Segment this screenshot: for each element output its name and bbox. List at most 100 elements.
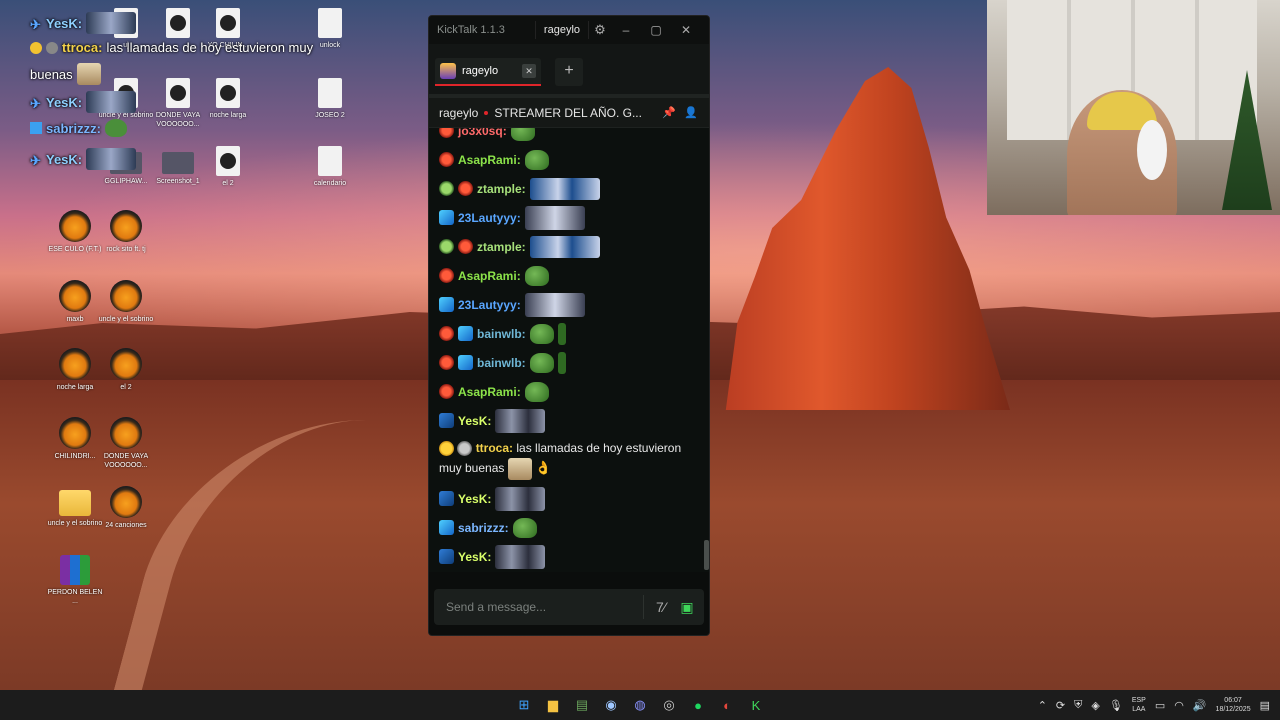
cat-emote-icon <box>524 292 585 317</box>
current-user-button[interactable]: rageylo <box>534 21 589 39</box>
desktop-icon-label: DONDE VAYA VOOOOOO... <box>103 453 149 469</box>
desktop-icon[interactable]: DONDE VAYA VOOOOOO... <box>150 78 206 129</box>
chat-username[interactable]: bainwlb: <box>477 327 526 341</box>
overlay-chat-line: ✈ YesK: <box>30 148 137 170</box>
desktop-icon[interactable]: PERDON BELEN ... <box>47 555 103 606</box>
desktop-icon[interactable]: ESE CULO (F.T.) <box>47 210 103 254</box>
notification-icon[interactable]: ▤ <box>1260 699 1270 712</box>
sync-icon[interactable]: ⟳ <box>1056 699 1065 712</box>
emote-picker-icon[interactable]: 7⁄ <box>652 599 670 615</box>
maximize-icon[interactable]: ▢ <box>641 23 671 37</box>
minimize-icon[interactable]: – <box>611 23 641 37</box>
chat-username[interactable]: AsapRami: <box>458 153 521 167</box>
chat-messages[interactable]: jo3x0sq: AsapRami: ztample: 23Lautyyy: ztamp… <box>429 128 709 572</box>
chat-username[interactable]: YesK: <box>458 414 491 428</box>
desktop-icon-label: el 2 <box>120 384 132 391</box>
app-icon[interactable]: ▤ <box>570 693 594 717</box>
red-badge-icon <box>439 128 454 138</box>
clock[interactable]: 06:07 18/12/2025 <box>1216 696 1251 714</box>
chat-username[interactable]: jo3x0sq: <box>458 128 507 138</box>
desktop-icon[interactable]: rock sito ft. tj <box>98 210 154 254</box>
discord-icon[interactable]: ◍ <box>628 693 652 717</box>
chat-username[interactable]: 23Lautyyy: <box>458 298 521 312</box>
message-input[interactable]: Send a message... 7⁄ ▣ <box>434 589 704 625</box>
desktop-icon[interactable]: 24 canciones <box>98 486 154 530</box>
title-bar: KickTalk 1.1.3 rageylo ⚙ – ▢ ✕ <box>429 16 709 44</box>
obs-icon[interactable]: ◎ <box>657 693 681 717</box>
time: 06:07 <box>1224 697 1242 704</box>
chat-username[interactable]: sabrizzz: <box>458 521 509 535</box>
desktop-icon[interactable] <box>150 8 206 41</box>
app-title: KickTalk 1.1.3 <box>437 24 505 36</box>
fl-file-icon <box>59 417 91 449</box>
desktop-icon[interactable]: noche larga <box>47 348 103 392</box>
desktop-icon[interactable]: el 2 <box>200 146 256 188</box>
video-file-icon <box>216 146 240 176</box>
chat-username[interactable]: ztample: <box>477 240 526 254</box>
chat-username[interactable]: AsapRami: <box>458 385 521 399</box>
spotify-icon[interactable]: ● <box>686 693 710 717</box>
chat-username[interactable]: AsapRami: <box>458 269 521 283</box>
language-indicator[interactable]: ESP LAA <box>1132 696 1146 714</box>
pin-icon[interactable]: 📌 <box>661 106 677 119</box>
desktop-icon[interactable]: calendario <box>302 146 358 188</box>
desktop-icon[interactable]: maxb <box>47 280 103 324</box>
date: 18/12/2025 <box>1215 706 1251 713</box>
desktop-icon[interactable]: uncle y el sobrino <box>47 486 103 528</box>
video-file-icon <box>216 78 240 108</box>
pepe-emote-icon <box>512 517 537 538</box>
volume-icon[interactable]: 🔊 <box>1193 699 1207 712</box>
desktop-icon-label: CHILINDRI... <box>54 453 96 460</box>
chat-username[interactable]: ztample: <box>477 182 526 196</box>
chrome-icon[interactable]: ◐ <box>715 693 739 717</box>
overlay-chat-line: ttroca: las llamadas de hoy estuvieron mu… <box>30 40 313 55</box>
red-badge-icon <box>439 384 454 399</box>
chevron-up-icon[interactable]: ⌃ <box>1038 699 1047 712</box>
chat-message: YesK: <box>439 406 701 435</box>
gear-icon[interactable]: ⚙ <box>589 22 611 38</box>
desktop-icon[interactable]: Screenshot_1 <box>150 146 206 186</box>
lang-top: ESP <box>1131 697 1146 704</box>
microphone-icon[interactable]: 🎙 <box>1109 699 1123 712</box>
chat-scrollbar[interactable] <box>704 540 709 570</box>
fl-file-icon <box>110 486 142 518</box>
user-icon[interactable]: 👤 <box>683 106 699 119</box>
monitor-icon[interactable]: ▭ <box>1155 699 1165 712</box>
webcam-feed <box>987 0 1280 215</box>
chat-username[interactable]: 23Lautyyy: <box>458 211 521 225</box>
file-explorer-icon[interactable]: ▆ <box>541 693 565 717</box>
chat-message: 23Lautyyy: <box>439 203 701 232</box>
chat-username[interactable]: bainwlb: <box>477 356 526 370</box>
video-file-icon <box>166 78 190 108</box>
rar-file-icon <box>60 555 90 585</box>
message-input-placeholder[interactable]: Send a message... <box>446 595 644 619</box>
kick-icon[interactable]: K <box>744 693 768 717</box>
kick-emote-icon[interactable]: ▣ <box>678 599 696 616</box>
desktop-icon[interactable]: noche larga <box>200 78 256 120</box>
vip-badge-icon <box>439 491 454 506</box>
chat-username[interactable]: ttroca: <box>476 441 513 455</box>
shield-icon[interactable]: ⛨ <box>1074 699 1082 712</box>
network-tray-icon[interactable]: ◈ <box>1091 699 1099 712</box>
system-tray: ⌃ ⟳ ⛨ ◈ 🎙 ESP LAA ▭ ◠ 🔊 06:07 18/12/2025 ▤ <box>1038 690 1270 720</box>
add-tab-icon[interactable]: + <box>555 58 583 86</box>
pepe-emote-icon <box>524 149 549 170</box>
goggle-emote-icon <box>495 486 546 511</box>
chat-username[interactable]: YesK: <box>458 492 491 506</box>
overlay-chat-line: ✈ YesK: <box>30 91 137 113</box>
tab-close-icon[interactable]: ✕ <box>522 64 536 78</box>
desktop-icon[interactable]: el 2 <box>98 348 154 392</box>
red-badge-icon <box>439 355 454 370</box>
desktop-icon[interactable]: uncle y el sobrino <box>98 280 154 324</box>
tab-rageylo[interactable]: rageylo ✕ <box>435 58 541 86</box>
wifi-icon[interactable]: ◠ <box>1174 699 1184 712</box>
desktop-icon[interactable]: DONDE VAYA VOOOOOO... <box>98 417 154 470</box>
desktop-icon[interactable]: CHILINDRI... <box>47 417 103 461</box>
fl-file-icon <box>59 348 91 380</box>
desktop-icon-label: maxb <box>66 316 84 323</box>
chat-username[interactable]: YesK: <box>458 550 491 564</box>
desktop-icon[interactable]: JOSEO 2 <box>302 78 358 120</box>
close-icon[interactable]: ✕ <box>671 23 701 37</box>
windows-start-icon[interactable]: ⊞ <box>512 693 536 717</box>
steam-icon[interactable]: ◉ <box>599 693 623 717</box>
